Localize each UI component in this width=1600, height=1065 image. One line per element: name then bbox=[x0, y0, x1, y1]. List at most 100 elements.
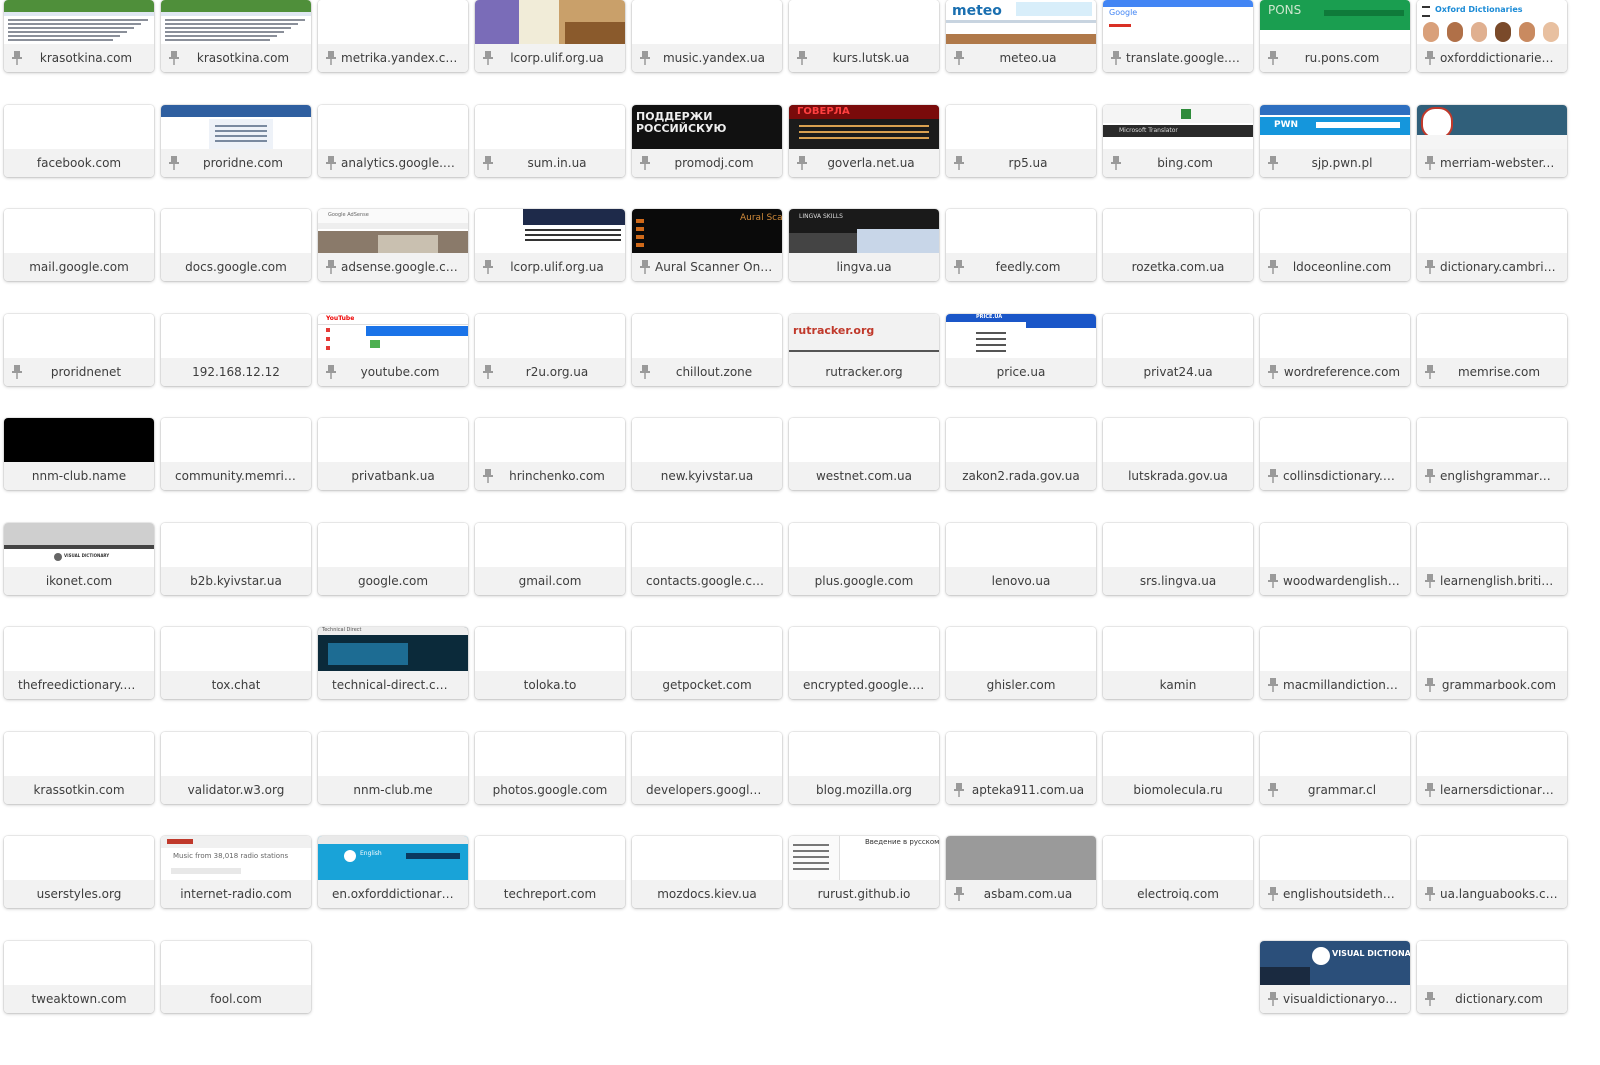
site-tile[interactable]: ghisler.com bbox=[946, 627, 1096, 699]
site-tile[interactable]: developers.google.com bbox=[632, 732, 782, 804]
pin-icon[interactable] bbox=[482, 50, 494, 66]
site-tile[interactable]: mozdocs.kiev.ua bbox=[632, 836, 782, 908]
site-tile[interactable]: chillout.zone bbox=[632, 314, 782, 386]
site-tile[interactable]: tweaktown.com bbox=[4, 941, 154, 1013]
site-tile[interactable]: proridne.com bbox=[161, 105, 311, 177]
site-tile[interactable]: google.com bbox=[318, 523, 468, 595]
site-tile[interactable]: ldoceonline.com bbox=[1260, 209, 1410, 281]
pin-icon[interactable] bbox=[1424, 364, 1436, 380]
pin-icon[interactable] bbox=[953, 259, 965, 275]
site-tile[interactable]: Google AdSense adsense.google.com bbox=[318, 209, 468, 281]
site-tile[interactable]: lutskrada.gov.ua bbox=[1103, 418, 1253, 490]
pin-icon[interactable] bbox=[1267, 259, 1279, 275]
site-tile[interactable]: kurs.lutsk.ua bbox=[789, 0, 939, 72]
pin-icon[interactable] bbox=[325, 259, 337, 275]
pin-icon[interactable] bbox=[1424, 886, 1436, 902]
site-tile[interactable]: metrika.yandex.com bbox=[318, 0, 468, 72]
site-tile[interactable]: meteo meteo.ua bbox=[946, 0, 1096, 72]
site-tile[interactable]: photos.google.com bbox=[475, 732, 625, 804]
pin-icon[interactable] bbox=[11, 364, 23, 380]
site-tile[interactable]: lcorp.ulif.org.ua bbox=[475, 0, 625, 72]
site-tile[interactable]: analytics.google.com bbox=[318, 105, 468, 177]
pin-icon[interactable] bbox=[1267, 677, 1279, 693]
pin-icon[interactable] bbox=[1110, 50, 1122, 66]
pin-icon[interactable] bbox=[1267, 155, 1279, 171]
pin-icon[interactable] bbox=[168, 155, 180, 171]
site-tile[interactable]: learnenglish.britishc... bbox=[1417, 523, 1567, 595]
pin-icon[interactable] bbox=[1424, 782, 1436, 798]
site-tile[interactable]: krasotkina.com bbox=[161, 0, 311, 72]
site-tile[interactable]: ПОДДЕРЖИ РОССИЙСКУЮ promodj.com bbox=[632, 105, 782, 177]
site-tile[interactable]: encrypted.google.com bbox=[789, 627, 939, 699]
site-tile[interactable]: rp5.ua bbox=[946, 105, 1096, 177]
site-tile[interactable]: VISUAL DICTIONARY visualdictionaryonli... bbox=[1260, 941, 1410, 1013]
site-tile[interactable]: Music from 38,018 radio stations internet… bbox=[161, 836, 311, 908]
pin-icon[interactable] bbox=[953, 155, 965, 171]
site-tile[interactable]: zakon2.rada.gov.ua bbox=[946, 418, 1096, 490]
pin-icon[interactable] bbox=[1424, 573, 1436, 589]
site-tile[interactable]: electroiq.com bbox=[1103, 836, 1253, 908]
site-tile[interactable]: Microsoft Translator bing.com bbox=[1103, 105, 1253, 177]
site-tile[interactable]: feedly.com bbox=[946, 209, 1096, 281]
pin-icon[interactable] bbox=[639, 259, 651, 275]
site-tile[interactable]: ua.languabooks.com bbox=[1417, 836, 1567, 908]
pin-icon[interactable] bbox=[639, 364, 651, 380]
site-tile[interactable]: b2b.kyivstar.ua bbox=[161, 523, 311, 595]
site-tile[interactable]: privat24.ua bbox=[1103, 314, 1253, 386]
site-tile[interactable]: privatbank.ua bbox=[318, 418, 468, 490]
site-tile[interactable]: VISUAL DICTIONARY ikonet.com bbox=[4, 523, 154, 595]
site-tile[interactable]: lenovo.ua bbox=[946, 523, 1096, 595]
site-tile[interactable]: techreport.com bbox=[475, 836, 625, 908]
site-tile[interactable]: krassotkin.com bbox=[4, 732, 154, 804]
pin-icon[interactable] bbox=[482, 155, 494, 171]
site-tile[interactable]: contacts.google.com bbox=[632, 523, 782, 595]
pin-icon[interactable] bbox=[1267, 782, 1279, 798]
site-tile[interactable]: hrinchenko.com bbox=[475, 418, 625, 490]
pin-icon[interactable] bbox=[1267, 573, 1279, 589]
site-tile[interactable]: sum.in.ua bbox=[475, 105, 625, 177]
site-tile[interactable]: mail.google.com bbox=[4, 209, 154, 281]
site-tile[interactable]: biomolecula.ru bbox=[1103, 732, 1253, 804]
site-tile[interactable]: Google translate.google.com bbox=[1103, 0, 1253, 72]
pin-icon[interactable] bbox=[1267, 468, 1279, 484]
site-tile[interactable]: Technical Direct technical-direct.com bbox=[318, 627, 468, 699]
site-tile[interactable]: r2u.org.ua bbox=[475, 314, 625, 386]
pin-icon[interactable] bbox=[1267, 886, 1279, 902]
pin-icon[interactable] bbox=[1267, 991, 1279, 1007]
site-tile[interactable]: getpocket.com bbox=[632, 627, 782, 699]
pin-icon[interactable] bbox=[1424, 259, 1436, 275]
site-tile[interactable]: Введение в русском rurust.github.io bbox=[789, 836, 939, 908]
pin-icon[interactable] bbox=[482, 259, 494, 275]
site-tile[interactable]: gmail.com bbox=[475, 523, 625, 595]
site-tile[interactable]: tox.chat bbox=[161, 627, 311, 699]
pin-icon[interactable] bbox=[1424, 155, 1436, 171]
site-tile[interactable]: wordreference.com bbox=[1260, 314, 1410, 386]
site-tile[interactable]: apteka911.com.ua bbox=[946, 732, 1096, 804]
site-tile[interactable]: plus.google.com bbox=[789, 523, 939, 595]
site-tile[interactable]: English en.oxforddictionaries.c... bbox=[318, 836, 468, 908]
site-tile[interactable]: englishgrammar10... bbox=[1417, 418, 1567, 490]
site-tile[interactable]: YouTube youtube.com bbox=[318, 314, 468, 386]
pin-icon[interactable] bbox=[1424, 677, 1436, 693]
site-tile[interactable]: fool.com bbox=[161, 941, 311, 1013]
pin-icon[interactable] bbox=[482, 364, 494, 380]
site-tile[interactable]: srs.lingva.ua bbox=[1103, 523, 1253, 595]
site-tile[interactable]: LINGVA SKILLS lingva.ua bbox=[789, 209, 939, 281]
site-tile[interactable]: nnm-club.me bbox=[318, 732, 468, 804]
site-tile[interactable]: lcorp.ulif.org.ua bbox=[475, 209, 625, 281]
site-tile[interactable]: nnm-club.name bbox=[4, 418, 154, 490]
pin-icon[interactable] bbox=[1110, 155, 1122, 171]
site-tile[interactable]: toloka.to bbox=[475, 627, 625, 699]
site-tile[interactable]: woodwardenglish.c... bbox=[1260, 523, 1410, 595]
pin-icon[interactable] bbox=[1424, 50, 1436, 66]
site-tile[interactable]: PRICE.UA price.ua bbox=[946, 314, 1096, 386]
pin-icon[interactable] bbox=[1267, 50, 1279, 66]
site-tile[interactable]: new.kyivstar.ua bbox=[632, 418, 782, 490]
pin-icon[interactable] bbox=[639, 50, 651, 66]
site-tile[interactable]: krasotkina.com bbox=[4, 0, 154, 72]
pin-icon[interactable] bbox=[325, 364, 337, 380]
site-tile[interactable]: collinsdictionary.com bbox=[1260, 418, 1410, 490]
pin-icon[interactable] bbox=[11, 50, 23, 66]
site-tile[interactable]: memrise.com bbox=[1417, 314, 1567, 386]
site-tile[interactable]: grammar.cl bbox=[1260, 732, 1410, 804]
